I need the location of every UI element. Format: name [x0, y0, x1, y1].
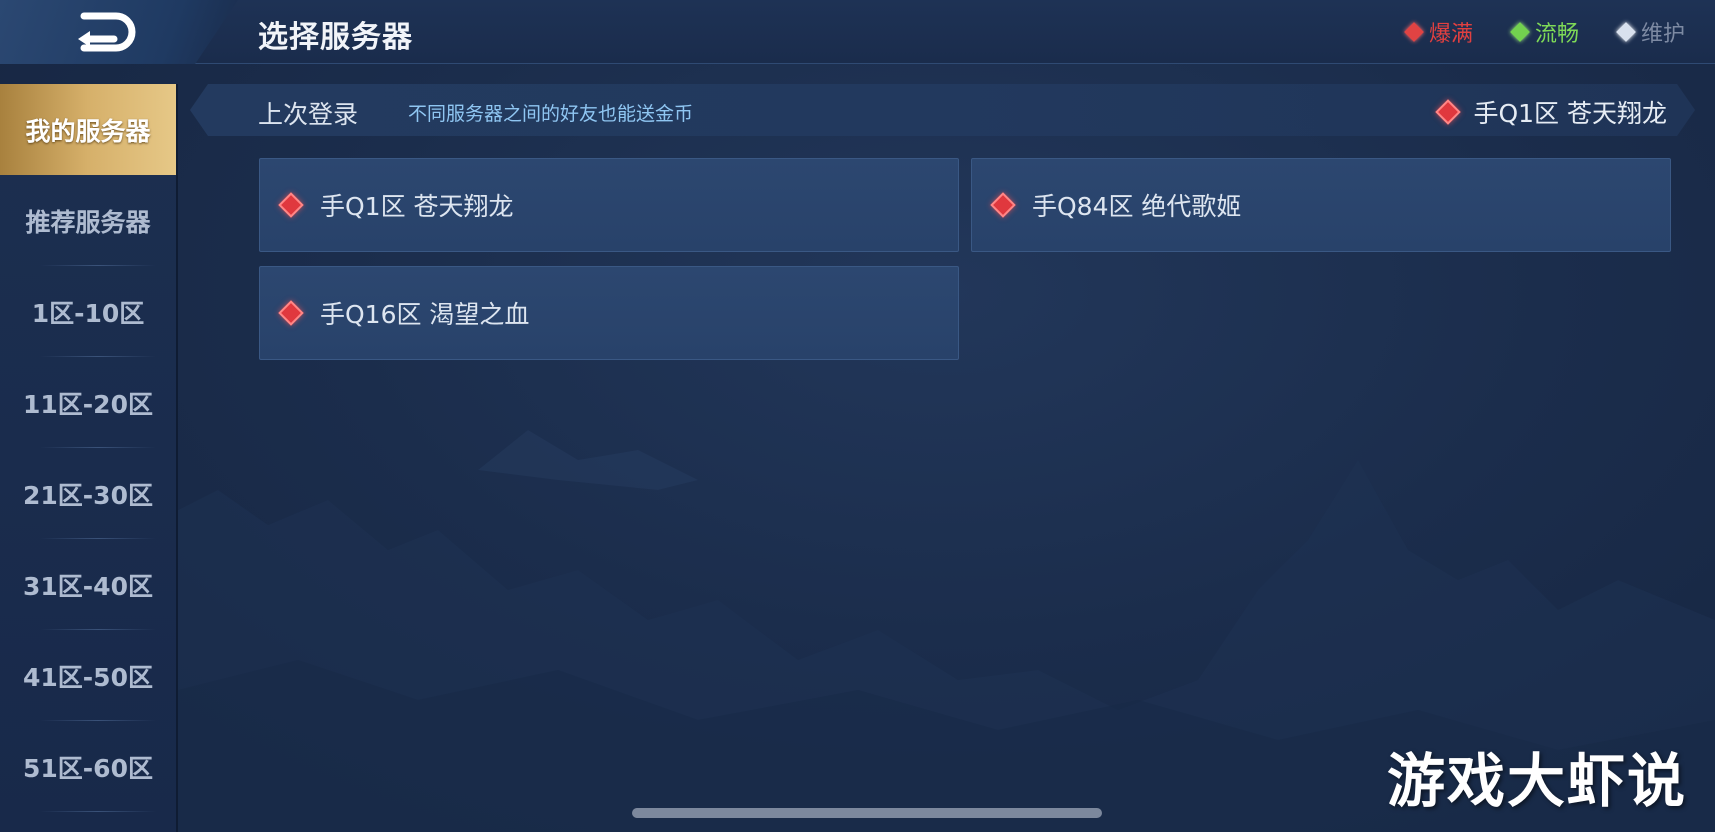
legend-maintenance-label: 维护	[1640, 22, 1685, 47]
last-login-label: 上次登录	[258, 100, 359, 129]
sidebar-item-zone-11-20[interactable]: 11区-20区	[0, 357, 176, 448]
watermark-text: 游戏大虾说	[1386, 747, 1687, 815]
status-full-icon	[278, 300, 304, 326]
sidebar-item-zone-41-50[interactable]: 41区-50区	[0, 630, 176, 721]
server-name: 手Q1区 苍天翔龙	[320, 192, 514, 221]
white-diamond-icon	[1616, 22, 1636, 42]
last-login-bar: 上次登录 不同服务器之间的好友也能送金币 手Q1区 苍天翔龙	[190, 84, 1695, 136]
last-login-server-name: 手Q1区 苍天翔龙	[1473, 99, 1667, 128]
server-card[interactable]: 手Q1区 苍天翔龙	[259, 158, 959, 252]
server-category-sidebar: 我的服务器 推荐服务器 1区-10区 11区-20区 21区-30区 31区-4…	[0, 84, 178, 832]
last-login-tip: 不同服务器之间的好友也能送金币	[408, 103, 694, 125]
sidebar-item-zone-51-60[interactable]: 51区-60区	[0, 721, 176, 812]
sidebar-item-recommended[interactable]: 推荐服务器	[0, 175, 176, 266]
server-name: 手Q16区 渴望之血	[320, 300, 530, 329]
sidebar-item-zone-1-10[interactable]: 1区-10区	[0, 266, 176, 357]
top-header: 选择服务器 爆满 流畅 维护	[0, 0, 1715, 64]
legend-full: 爆满	[1404, 16, 1473, 48]
back-button[interactable]	[76, 10, 144, 54]
status-full-icon	[278, 192, 304, 218]
home-indicator[interactable]	[632, 808, 1102, 818]
green-diamond-icon	[1510, 22, 1530, 42]
last-login-server[interactable]: 手Q1区 苍天翔龙	[1439, 94, 1667, 130]
legend-maintenance: 维护	[1616, 16, 1685, 48]
page-title: 选择服务器	[258, 20, 413, 55]
legend-smooth: 流畅	[1510, 16, 1579, 48]
server-name: 手Q84区 绝代歌姬	[1032, 192, 1242, 221]
back-arrow-icon	[78, 12, 136, 52]
red-diamond-icon	[1404, 22, 1424, 42]
sidebar-item-zone-31-40[interactable]: 31区-40区	[0, 539, 176, 630]
status-full-icon	[1436, 99, 1461, 124]
server-card[interactable]: 手Q84区 绝代歌姬	[971, 158, 1671, 252]
sidebar-item-zone-21-30[interactable]: 21区-30区	[0, 448, 176, 539]
sidebar-item-my-servers[interactable]: 我的服务器	[0, 84, 176, 175]
legend-smooth-label: 流畅	[1534, 22, 1579, 47]
server-card[interactable]: 手Q16区 渴望之血	[259, 266, 959, 360]
status-full-icon	[990, 192, 1016, 218]
status-legend: 爆满 流畅 维护	[1404, 16, 1685, 48]
legend-full-label: 爆满	[1428, 22, 1473, 47]
